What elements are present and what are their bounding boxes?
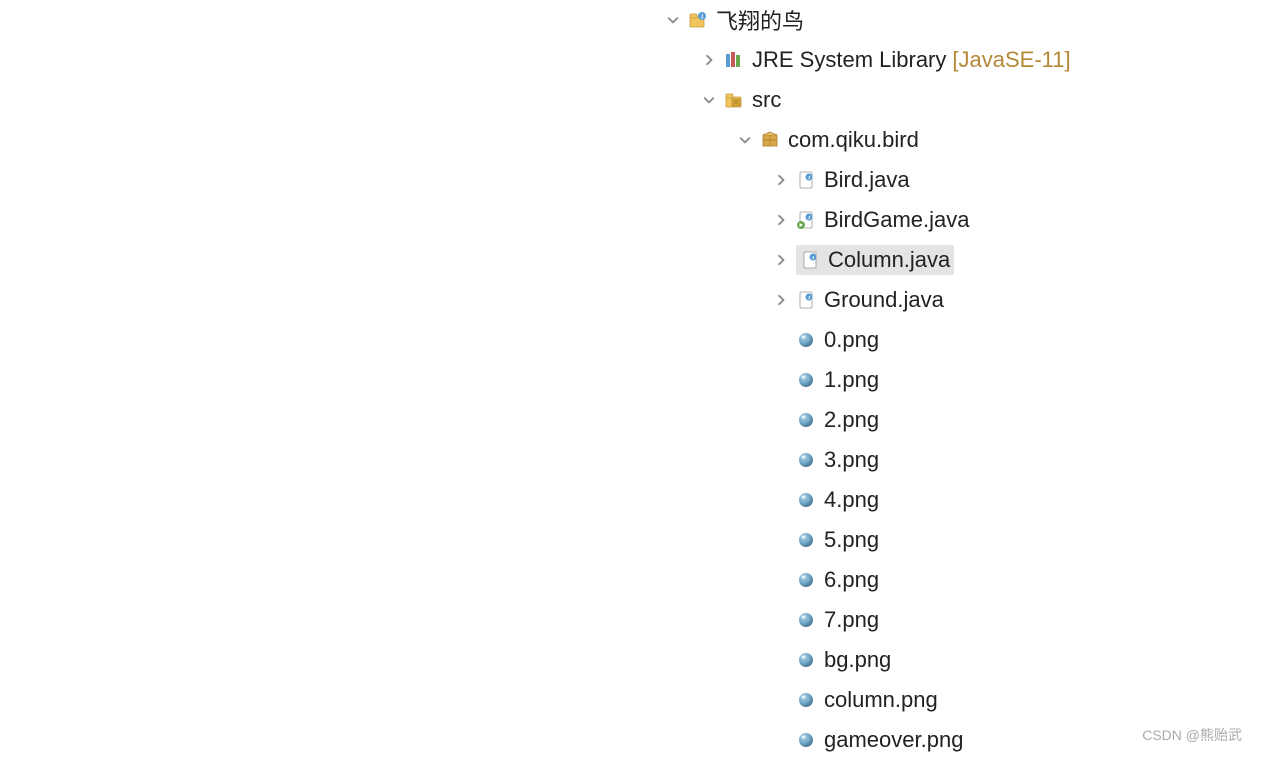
tree-item-image-file[interactable]: gameover.png — [0, 720, 1262, 760]
project-explorer-tree: J 飞翔的鸟 JRE System Library [JavaSE-11] — [0, 0, 1262, 760]
image-file-icon — [796, 330, 816, 350]
tree-item-image-file[interactable]: 3.png — [0, 440, 1262, 480]
chevron-right-icon[interactable] — [700, 51, 718, 69]
jre-version: [JavaSE-11] — [952, 47, 1070, 73]
java-file-icon: J — [800, 250, 820, 270]
java-files-group: J Bird.java J BirdGame.java J Column.jav… — [0, 160, 1262, 320]
image-file-icon — [796, 610, 816, 630]
image-file-icon — [796, 450, 816, 470]
tree-item-image-file[interactable]: 0.png — [0, 320, 1262, 360]
java-project-icon: J — [688, 10, 708, 30]
file-label: BirdGame.java — [824, 207, 970, 233]
file-label: Column.java — [828, 247, 950, 273]
tree-item-image-file[interactable]: 2.png — [0, 400, 1262, 440]
tree-item-project[interactable]: J 飞翔的鸟 — [0, 0, 1262, 40]
package-label: com.qiku.bird — [788, 127, 919, 153]
tree-item-image-file[interactable]: column.png — [0, 680, 1262, 720]
file-label: 6.png — [824, 567, 879, 593]
source-folder-icon — [724, 90, 744, 110]
image-file-icon — [796, 570, 816, 590]
chevron-down-icon[interactable] — [736, 131, 754, 149]
tree-item-image-file[interactable]: 7.png — [0, 600, 1262, 640]
chevron-right-icon[interactable] — [772, 171, 790, 189]
file-label: Ground.java — [824, 287, 944, 313]
file-label: gameover.png — [824, 727, 963, 753]
png-files-group: 0.png 1.png 2.png 3.png — [0, 320, 1262, 760]
image-file-icon — [796, 490, 816, 510]
image-file-icon — [796, 730, 816, 750]
tree-item-image-file[interactable]: 1.png — [0, 360, 1262, 400]
chevron-right-icon[interactable] — [772, 251, 790, 269]
chevron-down-icon[interactable] — [700, 91, 718, 109]
tree-item-image-file[interactable]: bg.png — [0, 640, 1262, 680]
tree-item-image-file[interactable]: 5.png — [0, 520, 1262, 560]
file-label: 3.png — [824, 447, 879, 473]
watermark: CSDN @熊贻武 — [1142, 725, 1242, 745]
tree-item-image-file[interactable]: 6.png — [0, 560, 1262, 600]
chevron-down-icon[interactable] — [664, 11, 682, 29]
java-file-icon: J — [796, 210, 816, 230]
tree-item-java-file[interactable]: J Bird.java — [0, 160, 1262, 200]
src-label: src — [752, 87, 781, 113]
tree-item-package[interactable]: com.qiku.bird — [0, 120, 1262, 160]
file-label: 7.png — [824, 607, 879, 633]
tree-item-java-file[interactable]: J BirdGame.java — [0, 200, 1262, 240]
image-file-icon — [796, 530, 816, 550]
file-label: 4.png — [824, 487, 879, 513]
svg-text:J: J — [701, 15, 704, 21]
image-file-icon — [796, 650, 816, 670]
file-label: 2.png — [824, 407, 879, 433]
package-icon — [760, 130, 780, 150]
chevron-right-icon[interactable] — [772, 211, 790, 229]
file-label: 0.png — [824, 327, 879, 353]
tree-item-java-file[interactable]: J Column.java — [0, 240, 1262, 280]
image-file-icon — [796, 690, 816, 710]
file-label: Bird.java — [824, 167, 910, 193]
file-label: column.png — [824, 687, 938, 713]
file-label: 1.png — [824, 367, 879, 393]
project-label: 飞翔的鸟 — [716, 4, 804, 36]
file-label: 5.png — [824, 527, 879, 553]
tree-item-jre[interactable]: JRE System Library [JavaSE-11] — [0, 40, 1262, 80]
jre-label: JRE System Library — [752, 47, 946, 73]
tree-item-src[interactable]: src — [0, 80, 1262, 120]
file-label: bg.png — [824, 647, 891, 673]
java-file-icon: J — [796, 290, 816, 310]
library-icon — [724, 50, 744, 70]
chevron-right-icon[interactable] — [772, 291, 790, 309]
image-file-icon — [796, 370, 816, 390]
tree-item-java-file[interactable]: J Ground.java — [0, 280, 1262, 320]
image-file-icon — [796, 410, 816, 430]
java-file-icon: J — [796, 170, 816, 190]
tree-item-image-file[interactable]: 4.png — [0, 480, 1262, 520]
